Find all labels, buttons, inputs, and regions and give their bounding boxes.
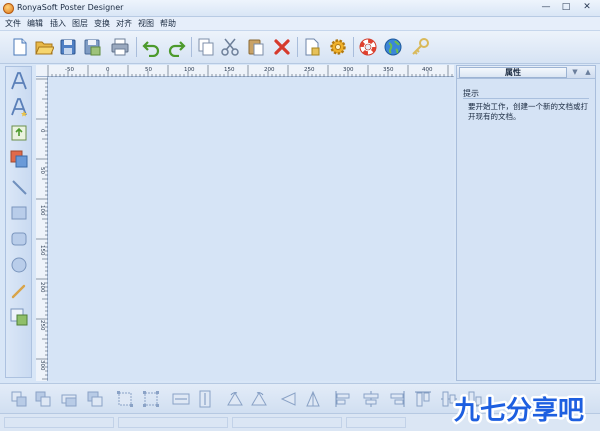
delete-icon[interactable] <box>272 37 292 57</box>
help-lifebuoy-icon[interactable] <box>358 37 378 57</box>
menu-view[interactable]: 视图 <box>138 18 154 29</box>
align-left-icon[interactable] <box>334 390 352 408</box>
ruler-label-x: -50 <box>65 67 74 73</box>
ruler-label-y: 250 <box>39 320 45 331</box>
line-icon[interactable] <box>9 177 29 197</box>
rotate-left-icon[interactable] <box>226 390 244 408</box>
chevron-up-icon[interactable]: ▲ <box>582 67 594 78</box>
ruler-label-y: 200 <box>39 282 45 293</box>
toolbar-separator <box>136 37 137 57</box>
rotate-right-icon[interactable] <box>250 390 268 408</box>
ungroup-icon[interactable] <box>142 390 160 408</box>
text-effect-icon[interactable] <box>9 97 29 117</box>
menu-transform[interactable]: 变换 <box>94 18 110 29</box>
ruler-label-x: 300 <box>343 67 354 73</box>
rounded-rectangle-icon[interactable] <box>9 229 29 249</box>
app-icon <box>3 3 14 14</box>
fit-height-icon[interactable] <box>196 390 214 408</box>
key-icon[interactable] <box>410 37 430 57</box>
close-button[interactable]: ✕ <box>577 1 597 14</box>
ruler-label-y: 150 <box>39 245 45 256</box>
group-icon[interactable] <box>116 390 134 408</box>
ruler-label-x: 150 <box>224 67 235 73</box>
horizontal-ruler-svg: -50 0 50 100 150 200 250 300 350 400 <box>47 65 453 77</box>
menu-edit[interactable]: 编辑 <box>27 18 43 29</box>
align-center-icon[interactable] <box>362 390 380 408</box>
cut-icon[interactable] <box>220 37 240 57</box>
align-right-icon[interactable] <box>388 390 406 408</box>
toolbar-separator <box>297 37 298 57</box>
site-watermark: 九七分享吧 九七分享吧 <box>450 393 586 429</box>
ruler-label-x: 50 <box>145 67 152 73</box>
window-title: RonyaSoft Poster Designer <box>17 3 124 12</box>
print-icon[interactable] <box>110 37 130 57</box>
toolbar-separator <box>353 37 354 57</box>
pen-icon[interactable] <box>9 281 29 301</box>
web-globe-icon[interactable] <box>383 37 403 57</box>
watermark-text: 九七分享吧 <box>453 395 584 426</box>
image-layer-icon[interactable] <box>9 149 29 169</box>
open-folder-icon[interactable] <box>34 37 54 57</box>
status-panel <box>4 417 114 428</box>
status-panel <box>346 417 406 428</box>
hint-description: 要开始工作，创建一个新的文档或打开现有的文档。 <box>468 102 588 121</box>
rectangle-icon[interactable] <box>9 203 29 223</box>
ruler-label-y: 100 <box>39 205 45 216</box>
align-top-icon[interactable] <box>414 390 432 408</box>
menu-layer[interactable]: 图层 <box>72 18 88 29</box>
toolbar-separator <box>191 37 192 57</box>
save-as-icon[interactable] <box>82 37 102 57</box>
vertical-ruler[interactable]: 0 50 100 150 200 250 300 <box>36 77 48 381</box>
status-panel <box>232 417 342 428</box>
copy-icon[interactable] <box>196 37 216 57</box>
ellipse-icon[interactable] <box>9 255 29 275</box>
ruler-label-x: 100 <box>184 67 195 73</box>
properties-panel-header: 属性 ▼ ▲ <box>457 66 595 79</box>
bring-to-front-icon[interactable] <box>86 390 104 408</box>
status-panel <box>118 417 228 428</box>
fit-width-icon[interactable] <box>172 390 190 408</box>
ruler-label-y: 50 <box>39 167 45 174</box>
settings-gear-icon[interactable] <box>328 37 348 57</box>
paste-icon[interactable] <box>246 37 266 57</box>
menu-file[interactable]: 文件 <box>5 18 21 29</box>
insert-image-icon[interactable] <box>9 123 29 143</box>
ruler-label-x: 350 <box>383 67 394 73</box>
flip-vertical-icon[interactable] <box>304 390 322 408</box>
undo-icon[interactable] <box>142 37 162 57</box>
maximize-button[interactable]: □ <box>556 1 576 14</box>
save-icon[interactable] <box>58 37 78 57</box>
redo-icon[interactable] <box>166 37 186 57</box>
section-divider <box>463 98 589 99</box>
horizontal-ruler[interactable]: -50 0 50 100 150 200 250 300 350 400 <box>36 65 454 77</box>
ruler-label-y: 300 <box>39 360 45 371</box>
ruler-label-x: 250 <box>304 67 315 73</box>
menu-insert[interactable]: 插入 <box>50 18 66 29</box>
vertical-ruler-svg: 0 50 100 150 200 250 300 <box>36 78 48 380</box>
document-properties-icon[interactable] <box>302 37 322 57</box>
properties-panel-title: 属性 <box>459 67 567 78</box>
text-icon[interactable] <box>9 71 29 91</box>
main-toolbar <box>0 30 600 64</box>
ruler-label-x: 400 <box>422 67 433 73</box>
chevron-down-icon[interactable]: ▼ <box>569 67 581 78</box>
ruler-label-x: 200 <box>264 67 275 73</box>
send-backward-icon[interactable] <box>34 390 52 408</box>
title-bar: RonyaSoft Poster Designer — □ ✕ <box>0 0 600 17</box>
send-to-back-icon[interactable] <box>10 390 28 408</box>
menu-align[interactable]: 对齐 <box>116 18 132 29</box>
properties-panel: 属性 ▼ ▲ 提示 要开始工作，创建一个新的文档或打开现有的文档。 <box>456 65 596 381</box>
menu-help[interactable]: 帮助 <box>160 18 176 29</box>
new-document-icon[interactable] <box>10 37 30 57</box>
design-canvas[interactable] <box>48 77 454 381</box>
minimize-button[interactable]: — <box>536 1 556 14</box>
ruler-label-y: 0 <box>39 129 45 133</box>
clipart-icon[interactable] <box>9 307 29 327</box>
menu-bar: 文件 编辑 插入 图层 变换 对齐 视图 帮助 <box>0 17 600 30</box>
drawing-toolbar <box>5 66 32 378</box>
ruler-label-x: 0 <box>106 67 110 73</box>
bring-forward-icon[interactable] <box>60 390 78 408</box>
flip-horizontal-icon[interactable] <box>280 390 298 408</box>
